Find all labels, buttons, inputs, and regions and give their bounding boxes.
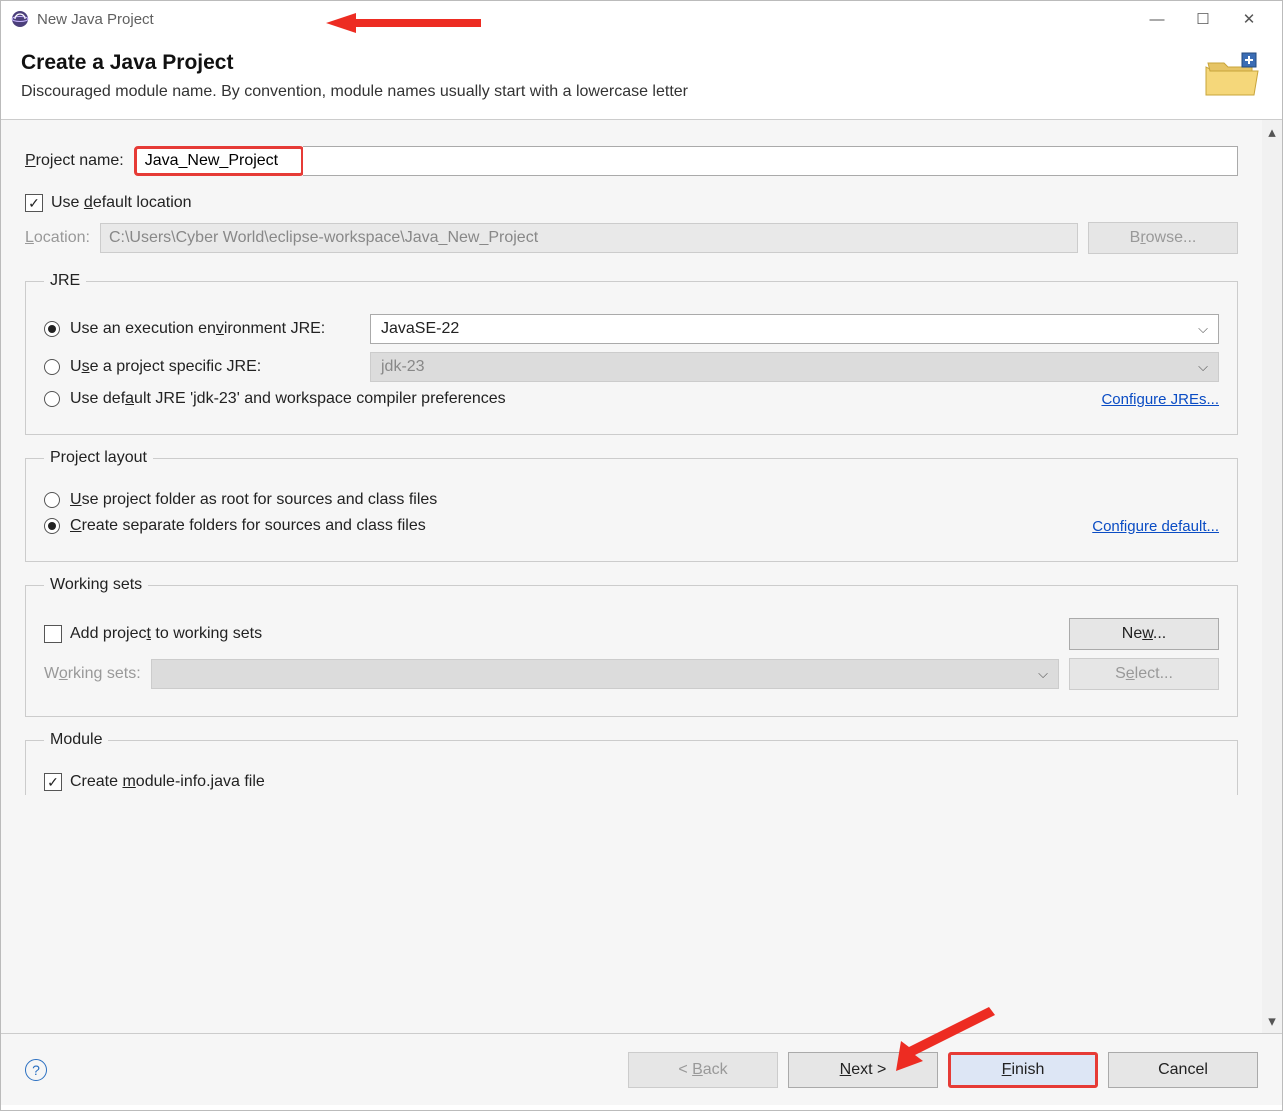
page-title: Create a Java Project <box>21 51 1182 75</box>
jre-group: JRE Use an execution environment JRE: Us… <box>25 272 1238 435</box>
location-label: Location: <box>25 229 90 247</box>
chevron-down-icon: ⌵ <box>1198 321 1208 337</box>
cancel-button[interactable]: Cancel <box>1108 1052 1258 1088</box>
help-icon[interactable]: ? <box>25 1059 47 1081</box>
select-working-sets-button: Select... <box>1069 658 1219 690</box>
dialog-footer: ? < Back < Back Next > Next > Finish Fin… <box>1 1033 1282 1105</box>
eclipse-icon <box>11 10 29 28</box>
add-to-working-sets-checkbox[interactable] <box>44 625 62 643</box>
page-subtitle: Discouraged module name. By convention, … <box>21 83 1182 101</box>
project-layout-group: Project layout Use project folder as roo… <box>25 449 1238 562</box>
jre-project-specific-label: Use a project specific JRE: <box>70 358 370 376</box>
new-project-folder-icon <box>1202 51 1262 101</box>
project-name-input[interactable] <box>134 146 304 176</box>
close-button[interactable]: ✕ <box>1226 1 1272 37</box>
chevron-down-icon: ⌵ <box>1198 359 1208 375</box>
layout-single-folder-label: Use project folder as root for sources a… <box>70 491 437 509</box>
project-name-label: PProject name:roject name: <box>25 152 124 170</box>
layout-single-folder-radio[interactable] <box>44 492 60 508</box>
jre-project-specific-radio[interactable] <box>44 359 60 375</box>
use-default-location-checkbox[interactable] <box>25 194 43 212</box>
configure-default-link[interactable]: Configure default... <box>1092 518 1219 535</box>
dialog-header: Create a Java Project Discouraged module… <box>1 37 1282 120</box>
back-button: < Back <box>628 1052 778 1088</box>
jre-default-label: Use default JRE 'jdk-23' and workspace c… <box>70 390 506 408</box>
working-sets-group: Working sets Add project to working sets… <box>25 576 1238 717</box>
module-legend: Module <box>44 731 108 749</box>
minimize-button[interactable]: — <box>1134 1 1180 37</box>
use-default-location-label: Use default location <box>51 194 192 212</box>
jre-execution-env-radio[interactable] <box>44 321 60 337</box>
window-title: New Java Project <box>37 11 154 28</box>
location-input <box>100 223 1078 253</box>
title-bar: New Java Project — ☐ ✕ <box>1 1 1282 37</box>
layout-separate-folders-radio[interactable] <box>44 518 60 534</box>
scroll-down-icon[interactable]: ▾ <box>1262 1011 1282 1031</box>
jre-default-radio[interactable] <box>44 391 60 407</box>
layout-separate-folders-label: Create separate folders for sources and … <box>70 517 426 535</box>
add-to-working-sets-label: Add project to working sets <box>70 625 262 643</box>
maximize-button[interactable]: ☐ <box>1180 1 1226 37</box>
create-module-info-checkbox[interactable] <box>44 773 62 791</box>
jre-legend: JRE <box>44 272 86 290</box>
jre-project-specific-select: jdk-23⌵ <box>370 352 1219 382</box>
next-button[interactable]: Next > <box>788 1052 938 1088</box>
chevron-down-icon: ⌵ <box>1038 666 1048 682</box>
module-group: Module Create module-info.java file Crea… <box>25 731 1238 795</box>
project-layout-legend: Project layout <box>44 449 153 467</box>
new-working-set-button[interactable]: New... <box>1069 618 1219 650</box>
jre-execution-env-select[interactable]: JavaSE-22⌵ <box>370 314 1219 344</box>
browse-button: Browse... <box>1088 222 1238 254</box>
finish-button[interactable]: Finish <box>948 1052 1098 1088</box>
jre-execution-env-label: Use an execution environment JRE: <box>70 320 370 338</box>
project-name-input-extension[interactable] <box>303 146 1238 176</box>
scroll-up-icon[interactable]: ▴ <box>1262 122 1282 142</box>
working-sets-label: Working sets: <box>44 665 141 683</box>
vertical-scrollbar[interactable]: ▴ ▾ <box>1262 120 1282 1033</box>
working-sets-select: ⌵ <box>151 659 1059 689</box>
configure-jres-link[interactable]: Configure JREs... <box>1101 391 1219 408</box>
create-module-info-label: Create module-info.java file <box>70 773 265 791</box>
working-sets-legend: Working sets <box>44 576 148 594</box>
